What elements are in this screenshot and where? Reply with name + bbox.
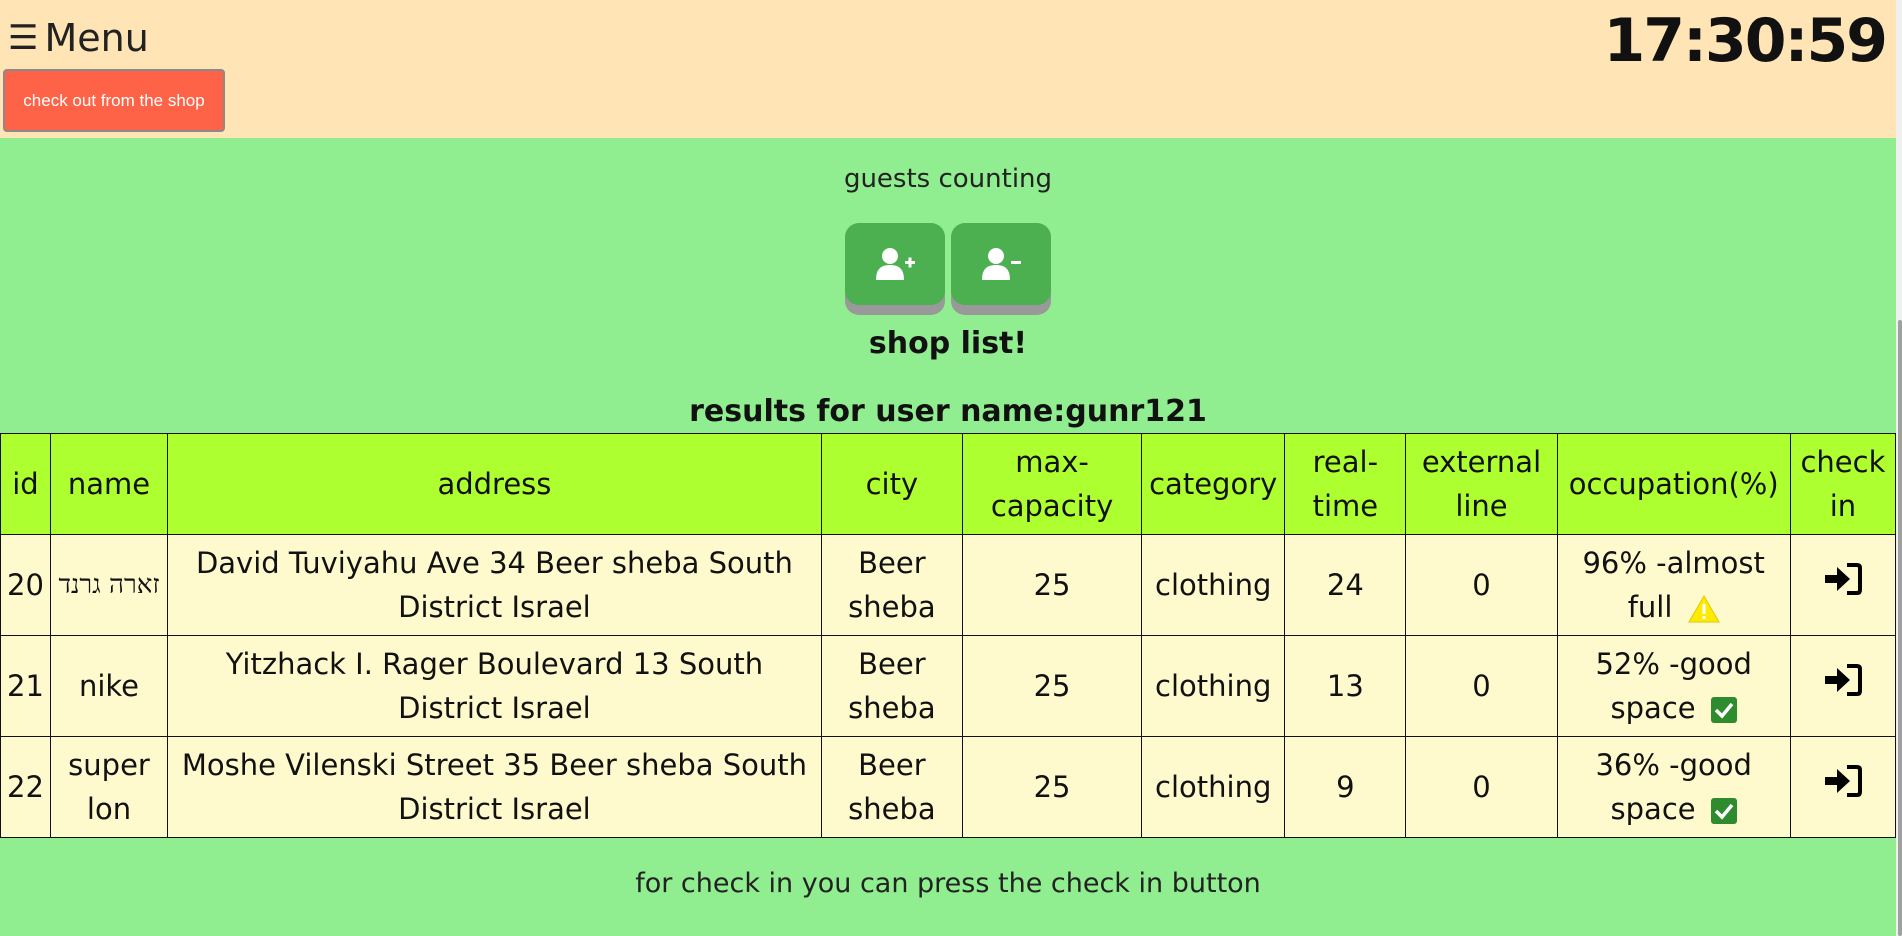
cell-city: Beer sheba — [820, 736, 963, 838]
cell-city: Beer sheba — [820, 635, 963, 737]
cell-category: clothing — [1141, 534, 1286, 636]
user-plus-icon — [876, 248, 915, 280]
cell-external-line: 0 — [1405, 635, 1558, 737]
cell-max-capacity: 25 — [961, 635, 1143, 737]
table-row: 22 super lon Moshe Vilenski Street 35 Be… — [0, 736, 1897, 838]
cell-city: Beer sheba — [820, 534, 963, 636]
column-header-occupation: occupation(%) — [1556, 433, 1791, 535]
cell-real-time: 9 — [1284, 736, 1407, 838]
menu-toggle[interactable]: ☰ Menu — [8, 16, 149, 60]
cell-id: 22 — [0, 736, 51, 838]
column-header-id: id — [0, 433, 51, 535]
cell-category: clothing — [1141, 635, 1286, 737]
checkmark-icon — [1710, 697, 1737, 723]
user-minus-icon — [982, 248, 1021, 280]
cell-address: Moshe Vilenski Street 35 Beer sheba Sout… — [167, 736, 822, 838]
cell-category: clothing — [1141, 736, 1286, 838]
cell-id: 20 — [0, 534, 51, 636]
table-row: 20 זארה גרנד David Tuviyahu Ave 34 Beer … — [0, 534, 1897, 636]
occupation-text: 96% -almost full — [1582, 546, 1765, 624]
cell-real-time: 24 — [1284, 534, 1407, 636]
cell-occupation: 36% -good space — [1556, 736, 1791, 838]
hamburger-icon: ☰ — [8, 18, 39, 58]
table-row: 21 nike Yitzhack I. Rager Boulevard 13 S… — [0, 635, 1897, 737]
column-header-check-in: check in — [1789, 433, 1897, 535]
column-header-real-time: real-time — [1284, 433, 1407, 535]
warning-icon — [1687, 595, 1720, 623]
add-guest-button[interactable] — [845, 223, 945, 305]
cell-external-line: 0 — [1405, 534, 1558, 636]
cell-real-time: 13 — [1284, 635, 1407, 737]
page: ☰ Menu check out from the shop 17:30:59 … — [0, 0, 1902, 936]
sign-in-icon — [1824, 765, 1862, 797]
check-in-hint: for check in you can press the check in … — [635, 868, 1261, 899]
sign-in-icon — [1824, 664, 1862, 696]
shop-list-title: shop list! — [868, 326, 1028, 361]
cell-occupation: 96% -almost full — [1556, 534, 1791, 636]
column-header-category: category — [1141, 433, 1286, 535]
column-header-external-line: external line — [1405, 433, 1558, 535]
top-bar: ☰ Menu check out from the shop 17:30:59 — [0, 0, 1896, 138]
results-title: results for user name:gunr121 — [689, 394, 1207, 429]
table-header-row: id name address city max-capacity catego… — [0, 433, 1897, 535]
cell-occupation: 52% -good space — [1556, 635, 1791, 737]
cell-max-capacity: 25 — [961, 736, 1143, 838]
cell-name: super lon — [49, 736, 169, 838]
cell-external-line: 0 — [1405, 736, 1558, 838]
column-header-name: name — [49, 433, 169, 535]
cell-name: זארה גרנד — [49, 534, 169, 636]
cell-address: David Tuviyahu Ave 34 Beer sheba South D… — [167, 534, 822, 636]
column-header-address: address — [167, 433, 822, 535]
guest-counter-controls — [845, 223, 1051, 305]
remove-guest-button[interactable] — [951, 223, 1051, 305]
column-header-max-capacity: max-capacity — [961, 433, 1143, 535]
guests-counting-title: guests counting — [843, 164, 1053, 194]
checkout-button[interactable]: check out from the shop — [3, 69, 225, 132]
check-in-button[interactable] — [1789, 534, 1897, 636]
cell-name: nike — [49, 635, 169, 737]
cell-address: Yitzhack I. Rager Boulevard 13 South Dis… — [167, 635, 822, 737]
shop-table: id name address city max-capacity catego… — [0, 433, 1897, 838]
cell-max-capacity: 25 — [961, 534, 1143, 636]
sign-in-icon — [1824, 563, 1862, 595]
vertical-scrollbar[interactable] — [1896, 0, 1902, 936]
scrollbar-thumb[interactable] — [1898, 320, 1902, 936]
menu-label: Menu — [44, 16, 149, 60]
clock: 17:30:59 — [1603, 6, 1888, 76]
cell-id: 21 — [0, 635, 51, 737]
check-in-button[interactable] — [1789, 635, 1897, 737]
checkmark-icon — [1710, 798, 1737, 824]
column-header-city: city — [820, 433, 963, 535]
check-in-button[interactable] — [1789, 736, 1897, 838]
